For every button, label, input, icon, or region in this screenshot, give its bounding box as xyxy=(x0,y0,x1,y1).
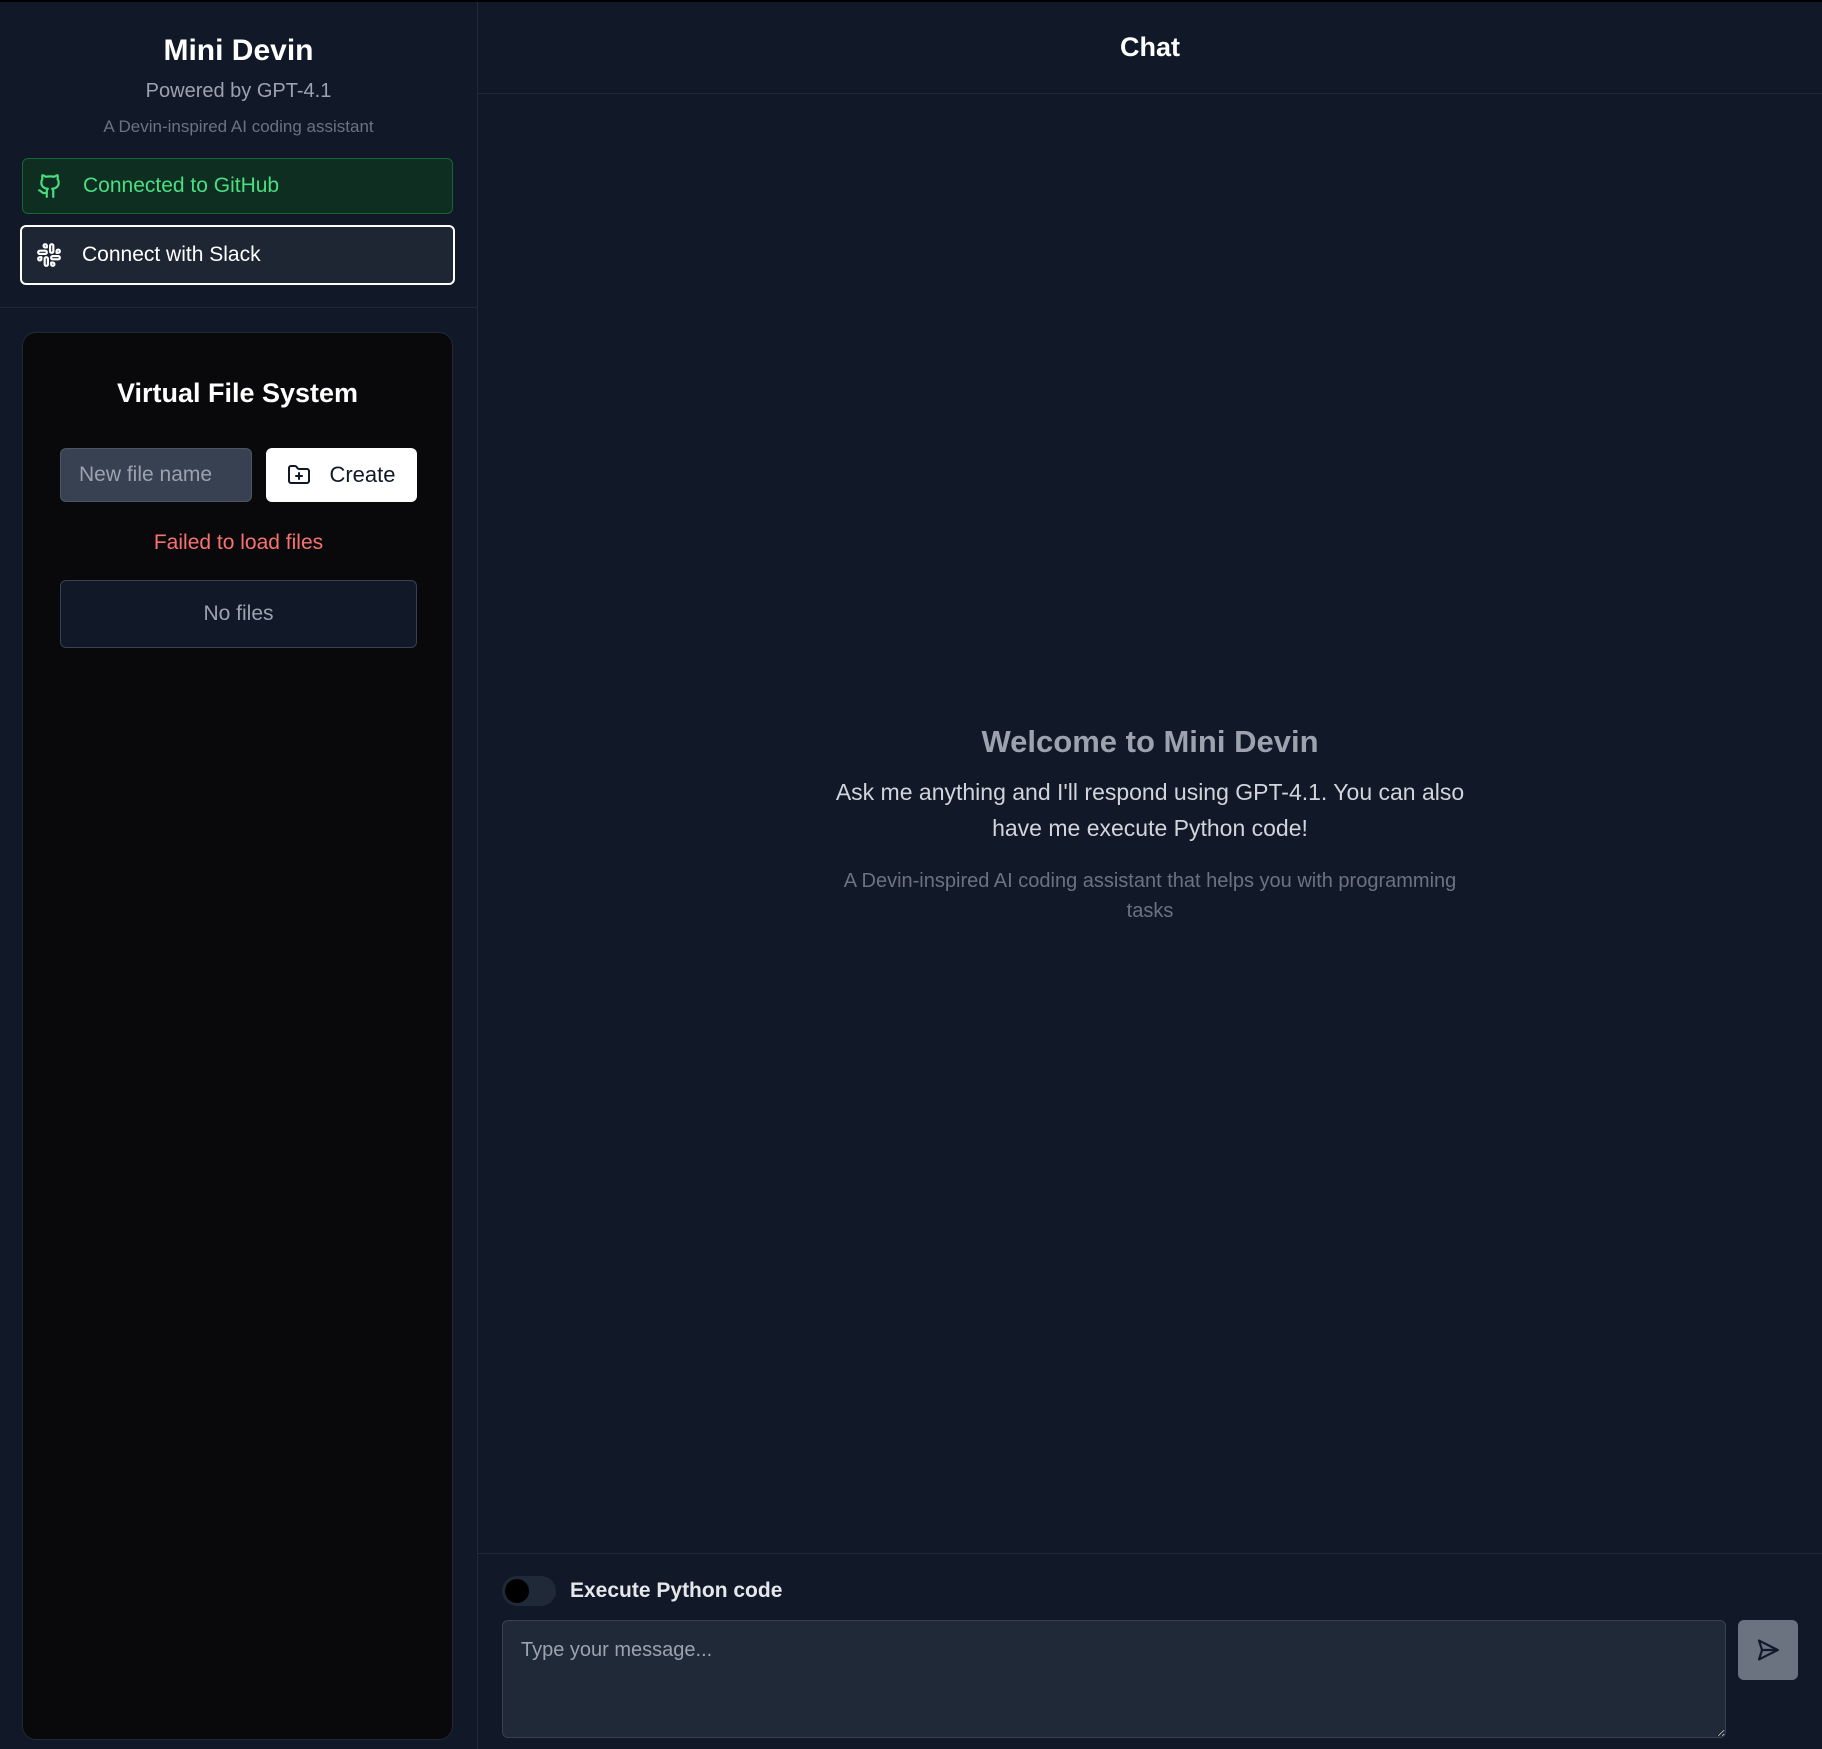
github-connection-button[interactable]: Connected to GitHub xyxy=(22,158,453,214)
welcome-text: Ask me anything and I'll respond using G… xyxy=(835,779,1465,841)
vfs-title: Virtual File System xyxy=(116,378,359,408)
sidebar: Mini Devin Powered by GPT-4.1 A Devin-in… xyxy=(0,2,478,1749)
slack-connect-label: Connect with Slack xyxy=(82,243,261,266)
create-file-label: Create xyxy=(329,462,396,487)
execute-python-label: Execute Python code xyxy=(570,1579,783,1602)
send-icon xyxy=(1755,1637,1781,1663)
virtual-file-system-panel: Virtual File System Create Failed to loa… xyxy=(22,332,453,1740)
files-error-message: Failed to load files xyxy=(153,531,324,554)
chat-main: Chat Welcome to Mini Devin Ask me anythi… xyxy=(478,2,1822,1749)
brand-title: Mini Devin xyxy=(163,34,314,67)
github-icon xyxy=(37,173,63,199)
welcome-title: Welcome to Mini Devin xyxy=(981,724,1319,759)
new-file-name-input[interactable] xyxy=(60,448,252,502)
brand-subtitle: Powered by GPT-4.1 xyxy=(145,80,332,102)
empty-files-list: No files xyxy=(60,580,417,648)
sidebar-divider xyxy=(0,307,478,308)
folder-plus-icon xyxy=(287,463,311,487)
message-composer: Execute Python code xyxy=(478,1553,1822,1749)
slack-icon xyxy=(36,242,62,268)
brand-header: Mini Devin Powered by GPT-4.1 A Devin-in… xyxy=(0,2,477,138)
slack-connect-button[interactable]: Connect with Slack xyxy=(20,225,455,285)
chat-header-title: Chat xyxy=(478,2,1822,94)
execute-python-toggle[interactable] xyxy=(502,1576,556,1606)
send-button[interactable] xyxy=(1738,1620,1798,1680)
new-file-row: Create xyxy=(60,448,417,502)
welcome-message: Welcome to Mini Devin Ask me anything an… xyxy=(478,722,1822,926)
github-connection-label: Connected to GitHub xyxy=(83,174,280,197)
toggle-knob xyxy=(505,1579,529,1603)
create-file-button[interactable]: Create xyxy=(266,448,417,502)
message-input[interactable] xyxy=(502,1620,1726,1738)
brand-description: A Devin-inspired AI coding assistant xyxy=(103,117,374,136)
app-window: Mini Devin Powered by GPT-4.1 A Devin-in… xyxy=(0,0,1822,1749)
welcome-description: A Devin-inspired AI coding assistant tha… xyxy=(843,870,1457,922)
execute-python-toggle-row: Execute Python code xyxy=(502,1576,782,1606)
